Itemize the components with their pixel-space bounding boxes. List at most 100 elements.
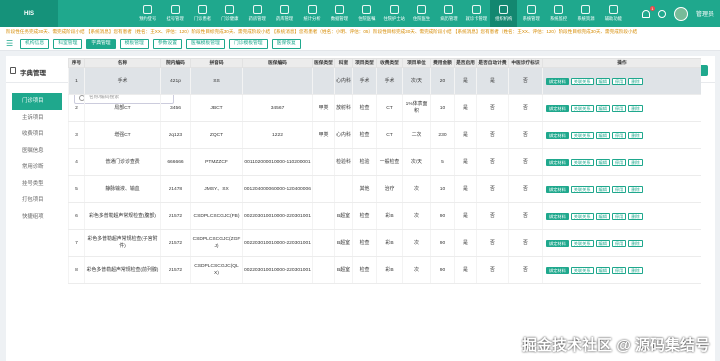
nav-item-label: 系统管理 xyxy=(522,16,540,21)
help-icon[interactable] xyxy=(657,9,666,18)
table-row[interactable]: 1 手术 421p SS 心内科 手术 手术 次/天 20 是是否绑定材料 关联关系 编辑 停用 删除 xyxy=(68,67,701,95)
action-bind-material-button[interactable]: 绑定材料 xyxy=(546,131,569,139)
tab-4[interactable]: 参数设置 xyxy=(152,38,183,49)
action-disable-button[interactable]: 停用 xyxy=(611,104,627,112)
tab-7[interactable]: 医保恢复 xyxy=(271,38,301,49)
bell-icon[interactable]: 1 xyxy=(641,5,655,18)
table-cell: 手术 xyxy=(376,67,403,95)
action-relations-button[interactable]: 关联关系 xyxy=(570,158,594,166)
action-edit-button[interactable]: 编辑 xyxy=(595,212,610,220)
table-cell: 检查 xyxy=(352,256,377,284)
action-disable-button[interactable]: 停用 xyxy=(611,77,627,85)
tab-2[interactable]: 字典管理 xyxy=(86,38,116,49)
column-header: 拼音码 xyxy=(190,58,243,68)
nav-item-15[interactable]: 系统监控 xyxy=(545,0,572,27)
sidebar-item-3[interactable]: 医嘱信息 xyxy=(12,143,62,160)
table-cell: 1222 xyxy=(242,121,313,149)
nav-item-1[interactable]: 挂号管理 xyxy=(161,0,188,27)
action-bind-material-button[interactable]: 绑定材料 xyxy=(546,104,569,112)
action-disable-button[interactable]: 停用 xyxy=(611,266,627,274)
nav-item-7[interactable]: 数据管理 xyxy=(326,0,353,27)
action-bind-material-button[interactable]: 绑定材料 xyxy=(546,212,569,220)
action-edit-button[interactable]: 编辑 xyxy=(595,158,610,166)
action-relations-button[interactable]: 关联关系 xyxy=(570,185,594,193)
action-delete-button[interactable]: 删除 xyxy=(628,131,643,139)
action-disable-button[interactable]: 停用 xyxy=(611,185,627,193)
table-row[interactable]: 5 静脉输液、输血 z1478 JMSY、SX 001204000060000-1204… xyxy=(68,175,701,203)
table-row[interactable]: 4 普通门诊诊查费 666666 PTMZZCF 001102000010000-110… xyxy=(68,148,701,176)
table-row[interactable]: 6 彩色多普勒超声常规检查(腹部) z1572 CSDPLCSCGJC(FB) 0022… xyxy=(68,202,701,230)
nav-item-9[interactable]: 住院护士站 xyxy=(381,0,408,27)
action-disable-button[interactable]: 停用 xyxy=(611,158,627,166)
nav-item-10[interactable]: 住院医生 xyxy=(408,0,435,27)
tab-0[interactable]: 机构信息 xyxy=(20,38,50,49)
tab-1[interactable]: 科室管理 xyxy=(53,38,83,49)
action-relations-button[interactable]: 关联关系 xyxy=(570,239,594,247)
action-delete-button[interactable]: 删除 xyxy=(628,239,643,247)
action-delete-button[interactable]: 删除 xyxy=(628,104,643,112)
sidebar-item-1[interactable]: 主诉项目 xyxy=(12,110,62,127)
menu-toggle-icon[interactable]: ☰ xyxy=(6,39,16,48)
action-relations-button[interactable]: 关联关系 xyxy=(570,131,594,139)
action-disable-button[interactable]: 停用 xyxy=(611,239,627,247)
nav-item-label: 统计分析 xyxy=(303,16,321,21)
action-bind-material-button[interactable]: 绑定材料 xyxy=(546,158,569,166)
nav-item-12[interactable]: 就诊卡管理 xyxy=(463,0,490,27)
user-name[interactable]: 管理员 xyxy=(696,9,714,18)
action-delete-button[interactable]: 删除 xyxy=(628,158,643,166)
nav-item-6[interactable]: 统计分析 xyxy=(298,0,325,27)
page-title: 字典管理 xyxy=(20,70,46,77)
action-bind-material-button[interactable]: 绑定材料 xyxy=(546,266,569,274)
nav-item-8[interactable]: 住院医嘱 xyxy=(353,0,380,27)
action-relations-button[interactable]: 关联关系 xyxy=(570,212,594,220)
action-bind-material-button[interactable]: 绑定材料 xyxy=(546,239,569,247)
table-cell: 心内科 xyxy=(334,121,353,149)
sidebar-item-5[interactable]: 挂号类型 xyxy=(12,176,62,193)
action-edit-button[interactable]: 编辑 xyxy=(595,77,610,85)
action-relations-button[interactable]: 关联关系 xyxy=(570,77,594,85)
nav-item-3[interactable]: 门诊健康 xyxy=(216,0,243,27)
action-delete-button[interactable]: 删除 xyxy=(628,212,643,220)
action-disable-button[interactable]: 停用 xyxy=(611,131,627,139)
nav-item-13[interactable]: 组织机构 xyxy=(490,0,518,27)
action-disable-button[interactable]: 停用 xyxy=(611,212,627,220)
action-edit-button[interactable]: 编辑 xyxy=(595,185,610,193)
action-relations-button[interactable]: 关联关系 xyxy=(570,266,594,274)
sidebar-item-6[interactable]: 打包项目 xyxy=(12,192,62,209)
sidebar-item-7[interactable]: 快捷组项 xyxy=(12,209,62,226)
action-edit-button[interactable]: 编辑 xyxy=(595,266,610,274)
tab-6[interactable]: 门诊模板管理 xyxy=(228,38,268,49)
sidebar-item-4[interactable]: 常用诊断 xyxy=(12,159,62,176)
nav-item-5[interactable]: 药库管理 xyxy=(271,0,298,27)
action-edit-button[interactable]: 编辑 xyxy=(595,104,610,112)
nav-item-2[interactable]: 门诊患者 xyxy=(189,0,216,27)
nav-item-4[interactable]: 药房管理 xyxy=(244,0,271,27)
table-cell: z1572 xyxy=(160,202,191,230)
sidebar-item-2[interactable]: 收费项目 xyxy=(12,126,62,143)
action-bind-material-button[interactable]: 绑定材料 xyxy=(546,77,569,85)
nav-item-0[interactable]: 预约登号 xyxy=(134,0,161,27)
table-row[interactable]: 2 局部CT 3456 JBCT 34567 甲类 放射科 检查 CT 1%体表面积 10 是否否绑定… xyxy=(68,94,701,122)
action-relations-button[interactable]: 关联关系 xyxy=(570,104,594,112)
table-cell: 放射科 xyxy=(334,94,353,122)
sidebar-item-0[interactable]: 门诊项目 xyxy=(12,93,62,110)
action-delete-button[interactable]: 删除 xyxy=(628,77,643,85)
tab-3[interactable]: 模板管理 xyxy=(119,38,149,49)
nav-item-14[interactable]: 系统管理 xyxy=(517,0,544,27)
nav-item-11[interactable]: 病历管理 xyxy=(435,0,462,27)
tab-5[interactable]: 医嘱模板管理 xyxy=(186,38,225,49)
nav-item-17[interactable]: 辅助功能 xyxy=(600,0,627,27)
table-cell: 是 xyxy=(454,256,477,284)
action-edit-button[interactable]: 编辑 xyxy=(595,131,610,139)
table-row[interactable]: 7 彩色多普勒超声常规检查(子宫附件) z1572 CSDPLCSCGJC(ZGFJ)… xyxy=(68,229,701,257)
action-delete-button[interactable]: 删除 xyxy=(628,185,643,193)
action-edit-button[interactable]: 编辑 xyxy=(595,239,610,247)
avatar[interactable] xyxy=(673,6,688,21)
nav-item-16[interactable]: 系统资源 xyxy=(572,0,599,27)
table-row[interactable]: 8 彩色多普勒超声常规检查(前列腺) z1572 CSDPLCSCGJC(QLX) 00… xyxy=(68,256,701,284)
table-cell: 3456 xyxy=(160,94,191,122)
action-bind-material-button[interactable]: 绑定材料 xyxy=(546,185,569,193)
table-row[interactable]: 3 增强CT zq123 ZQCT 1222 甲类 心内科 检查 CT 二次 230 是否否绑定材料关… xyxy=(68,121,701,149)
table-cell: 手术 xyxy=(84,67,161,95)
action-delete-button[interactable]: 删除 xyxy=(628,266,643,274)
